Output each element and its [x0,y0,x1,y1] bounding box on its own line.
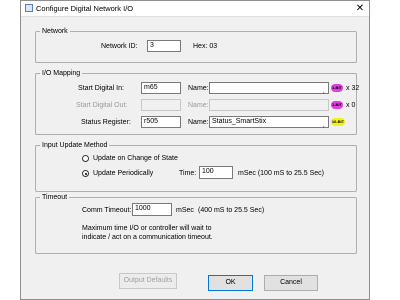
start-in-name-label: Name: [188,85,209,92]
status-register-input[interactable]: r505 [141,116,181,128]
start-in-name-ellipsis: , [323,89,325,95]
window-icon [25,4,33,12]
configure-dialog: Configure Digital Network I/O ✕ Network … [20,0,370,300]
one-bit-badge: 1-BIT [331,84,343,92]
update-change-label[interactable]: Update on Change of State [93,154,178,163]
cancel-button[interactable]: Cancel [264,275,318,291]
start-out-name-input[interactable] [209,99,329,111]
network-group: Network Network ID: 3 Hex: 03 [35,27,357,63]
network-id-input[interactable]: 3 [147,40,181,52]
sixteen-bit-badge: 16-BIT [331,118,345,126]
comm-timeout-label: Comm Timeout: [82,207,132,214]
window-title: Configure Digital Network I/O [36,4,134,13]
comm-timeout-input[interactable]: 1000 [132,203,172,216]
comm-timeout-unit: mSec [176,207,194,214]
update-periodic-label[interactable]: Update Periodically [93,169,153,178]
ok-button[interactable]: OK [208,275,253,291]
start-digital-out-input[interactable] [141,99,181,111]
time-unit-label: mSec (100 mS to 25.5 Sec) [238,170,324,177]
timeout-note-line1: Maximum time I/O or controller will wait… [82,225,212,232]
title-bar: Configure Digital Network I/O ✕ [21,1,369,17]
update-change-radio[interactable] [82,155,89,162]
network-group-label: Network [40,27,70,36]
timeout-note-line2: indicate / act on a communication timeou… [82,234,213,241]
start-digital-out-label: Start Digital Out: [76,102,128,109]
status-name-label: Name: [188,119,209,126]
start-out-name-label: Name: [188,102,209,109]
timeout-group-label: Timeout [40,193,70,202]
status-name-input[interactable]: Status_SmartStix [209,116,329,128]
output-defaults-button[interactable]: Output Defaults [119,273,177,289]
io-mapping-group-label: I/O Mapping [40,69,83,78]
hex-value-label: Hex: 03 [193,43,218,50]
comm-timeout-range: (400 mS to 25.5 Sec) [198,207,265,214]
status-register-label: Status Register: [81,119,131,126]
start-digital-in-input[interactable]: m65 [141,82,181,94]
start-in-name-input[interactable] [209,82,329,94]
status-name-ellipsis: , [323,123,325,129]
one-bit-badge-out: 1-BIT [331,101,343,109]
start-in-count: x 32 [346,85,360,92]
time-input[interactable]: 100 [199,166,233,179]
update-method-group: Input Update Method Update on Change of … [35,141,357,192]
close-button[interactable]: ✕ [351,1,369,16]
update-method-group-label: Input Update Method [40,141,110,150]
time-label: Time: [179,170,197,177]
io-mapping-group: I/O Mapping Start Digital In: m65 Name: … [35,69,360,135]
network-id-label: Network ID: [101,43,138,50]
update-periodic-radio[interactable] [82,170,89,177]
start-digital-in-label: Start Digital In: [78,85,124,92]
start-out-count: x 0 [346,102,356,109]
timeout-group: Timeout Comm Timeout: 1000 mSec (400 mS … [35,193,357,254]
